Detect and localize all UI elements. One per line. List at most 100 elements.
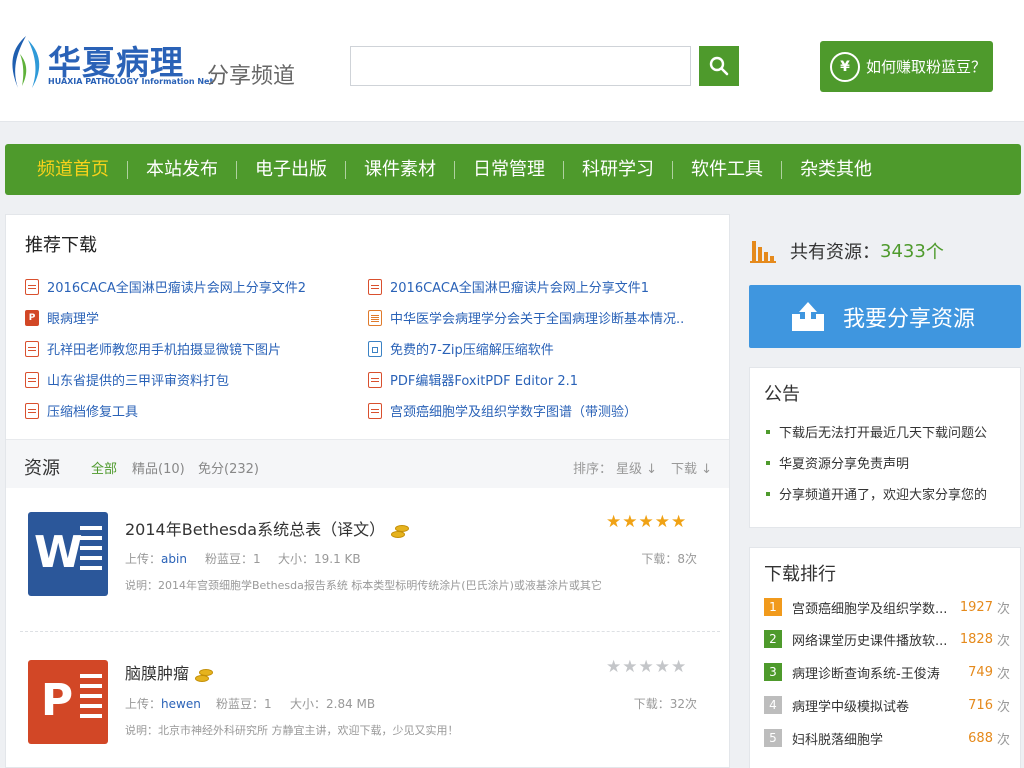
stats-label: 共有资源： xyxy=(790,242,880,263)
file-icon xyxy=(25,402,39,419)
coins-icon xyxy=(195,668,214,682)
recommend-item[interactable]: 免费的7-Zip压缩解压缩软件 xyxy=(368,339,554,358)
divider xyxy=(20,631,720,632)
recommend-item[interactable]: 中华医学会病理学分会关于全国病理诊断基本情况.. xyxy=(368,308,684,327)
recommend-item-label: 2016CACA全国淋巴瘤读片会网上分享文件2 xyxy=(47,281,307,296)
recommend-item-label: 孔祥田老师教您用手机拍摄显微镜下图片 xyxy=(47,343,282,358)
file-beans: 粉蓝豆：1 xyxy=(205,552,261,566)
nav-item-e-publish[interactable]: 电子出版 xyxy=(237,144,345,195)
ranking-title: 下载排行 xyxy=(764,564,836,585)
resource-filter-bar: 资源 全部 精品(10) 免分(232) 排序： 星级 ↓ 下载 ↓ xyxy=(6,439,729,488)
recommend-title: 推荐下载 xyxy=(25,235,97,256)
nav-item-daily-management[interactable]: 日常管理 xyxy=(455,144,563,195)
ppt-doc-icon[interactable]: P xyxy=(28,660,108,744)
ranking-item[interactable]: 4 病理学中级模拟试卷 716 次 xyxy=(764,695,1010,715)
main-content-panel: 推荐下载 2016CACA全国淋巴瘤读片会网上分享文件2 2016CACA全国淋… xyxy=(5,214,730,768)
nav-item-courseware[interactable]: 课件素材 xyxy=(346,144,454,195)
ranking-item[interactable]: 2 网络课堂历史课件播放软... 1828 次 xyxy=(764,629,1010,649)
earn-beans-button[interactable]: ¥ 如何赚取粉蓝豆？ xyxy=(820,41,993,92)
recommend-item[interactable]: 2016CACA全国淋巴瘤读片会网上分享文件1 xyxy=(368,277,649,296)
nav-item-misc[interactable]: 杂类其他 xyxy=(782,144,890,195)
site-header: 华夏病理 HUAXIA PATHOLOGY Information Net 分享… xyxy=(0,0,1024,122)
yen-coin-icon: ¥ xyxy=(830,51,860,82)
recommend-item[interactable]: 山东省提供的三甲评审资料打包 xyxy=(25,370,229,389)
rank-name: 宫颈癌细胞学及组织学数... xyxy=(792,601,947,617)
file-size: 大小：19.1 KB xyxy=(278,552,361,566)
file-icon xyxy=(25,278,39,295)
rank-name: 病理诊断查询系统-王俊涛 xyxy=(792,666,940,682)
recommend-item[interactable]: 压缩档修复工具 xyxy=(25,401,138,420)
tab-featured[interactable]: 精品(10) xyxy=(132,458,185,477)
recommend-item[interactable]: 2016CACA全国淋巴瘤读片会网上分享文件2 xyxy=(25,277,306,296)
sort-by-rating[interactable]: 星级 ↓ xyxy=(616,458,657,477)
recommend-item-label: 中华医学会病理学分会关于全国病理诊断基本情况.. xyxy=(390,312,685,327)
sort-label: 排序： xyxy=(573,462,613,477)
recommend-item-label: 宫颈癌细胞学及组织学数字图谱（带测验） xyxy=(390,405,638,420)
search-input[interactable] xyxy=(350,46,691,86)
tab-all[interactable]: 全部 xyxy=(91,458,117,477)
rank-unit: 次 xyxy=(996,666,1010,682)
tab-free[interactable]: 免分(232) xyxy=(198,458,259,477)
recommend-item-label: PDF编辑器FoxitPDF Editor 2.1 xyxy=(390,374,579,389)
recommend-item[interactable]: 宫颈癌细胞学及组织学数字图谱（带测验） xyxy=(368,401,637,420)
coins-icon xyxy=(391,524,410,538)
rank-count: 716 xyxy=(968,697,993,713)
doc-icon xyxy=(368,309,382,326)
notice-item[interactable]: 分享频道开通了，欢迎大家分享您的 xyxy=(766,484,987,503)
recommend-item-label: 2016CACA全国淋巴瘤读片会网上分享文件1 xyxy=(390,281,650,296)
search-icon xyxy=(709,56,729,76)
recommend-item[interactable]: P 眼病理学 xyxy=(25,308,99,327)
notice-title: 公告 xyxy=(764,384,800,405)
nav-item-research[interactable]: 科研学习 xyxy=(564,144,672,195)
rank-name: 网络课堂历史课件播放软... xyxy=(792,633,947,649)
recommend-item-label: 眼病理学 xyxy=(47,312,100,327)
ranking-item[interactable]: 5 妇科脱落细胞学 688 次 xyxy=(764,728,1010,748)
logo-subtitle: HUAXIA PATHOLOGY Information Net xyxy=(48,77,214,86)
recommend-item-label: 山东省提供的三甲评审资料打包 xyxy=(47,374,230,389)
sort-by-downloads[interactable]: 下载 ↓ xyxy=(671,458,712,477)
file-uploader: 上传：hewen xyxy=(125,697,201,711)
rank-name: 妇科脱落细胞学 xyxy=(792,732,884,748)
uploader-link[interactable]: hewen xyxy=(161,697,201,711)
stats-count: 3433 xyxy=(880,240,926,262)
file-beans: 粉蓝豆：1 xyxy=(216,697,272,711)
bar-chart-icon xyxy=(750,239,776,263)
stats-unit: 个 xyxy=(925,242,944,263)
nav-item-site-publish[interactable]: 本站发布 xyxy=(128,144,236,195)
file-description: 说明：北京市神经外科研究所 方静宜主讲，欢迎下载，少见又实用！ xyxy=(125,724,459,737)
notice-item[interactable]: 华夏资源分享免责声明 xyxy=(766,453,909,472)
ranking-item[interactable]: 1 宫颈癌细胞学及组织学数... 1927 次 xyxy=(764,597,1010,617)
nav-item-software[interactable]: 软件工具 xyxy=(673,144,781,195)
file-title[interactable]: 2014年Bethesda系统总表（译文） xyxy=(125,516,410,540)
channel-title: 分享频道 xyxy=(207,64,296,89)
upload-tray-icon xyxy=(792,301,824,331)
rank-unit: 次 xyxy=(996,732,1010,748)
ranking-item[interactable]: 3 病理诊断查询系统-王俊涛 749 次 xyxy=(764,662,1010,682)
recommend-item-label: 免费的7-Zip压缩解压缩软件 xyxy=(390,343,554,358)
notice-item[interactable]: 下载后无法打开最近几天下载问题公 xyxy=(766,422,987,441)
rank-count: 1828 xyxy=(959,631,993,647)
share-resource-button[interactable]: 我要分享资源 xyxy=(749,285,1021,348)
rank-badge: 2 xyxy=(764,630,782,648)
file-entry: P 脑膜肿瘤 上传：hewen 粉蓝豆：1 大小：2.84 MB 说明：北京市神… xyxy=(6,635,729,768)
recommend-item[interactable]: PDF编辑器FoxitPDF Editor 2.1 xyxy=(368,370,578,389)
word-doc-icon[interactable]: W xyxy=(28,512,108,596)
rank-name: 病理学中级模拟试卷 xyxy=(792,699,910,715)
uploader-link[interactable]: abin xyxy=(161,552,187,566)
resource-title: 资源 xyxy=(24,458,60,479)
rank-count: 749 xyxy=(968,664,993,680)
download-count: 下载：32次 xyxy=(633,697,697,711)
rank-unit: 次 xyxy=(996,601,1010,617)
star-rating: ★★★★★ xyxy=(606,657,688,677)
recommend-item[interactable]: 孔祥田老师教您用手机拍摄显微镜下图片 xyxy=(25,339,281,358)
file-icon xyxy=(368,371,382,388)
file-description: 说明：2014年宫颈细胞学Bethesda报告系统 标本类型标明传统涂片(巴氏涂… xyxy=(125,579,602,592)
ppt-icon: P xyxy=(25,309,39,326)
file-icon xyxy=(25,340,39,357)
file-title[interactable]: 脑膜肿瘤 xyxy=(125,660,214,684)
file-entry: W 2014年Bethesda系统总表（译文） 上传：abin 粉蓝豆：1 大小… xyxy=(6,488,729,633)
search-button[interactable] xyxy=(699,46,739,86)
nav-item-home[interactable]: 频道首页 xyxy=(19,144,127,195)
rank-badge: 5 xyxy=(764,729,782,747)
file-icon xyxy=(368,278,382,295)
